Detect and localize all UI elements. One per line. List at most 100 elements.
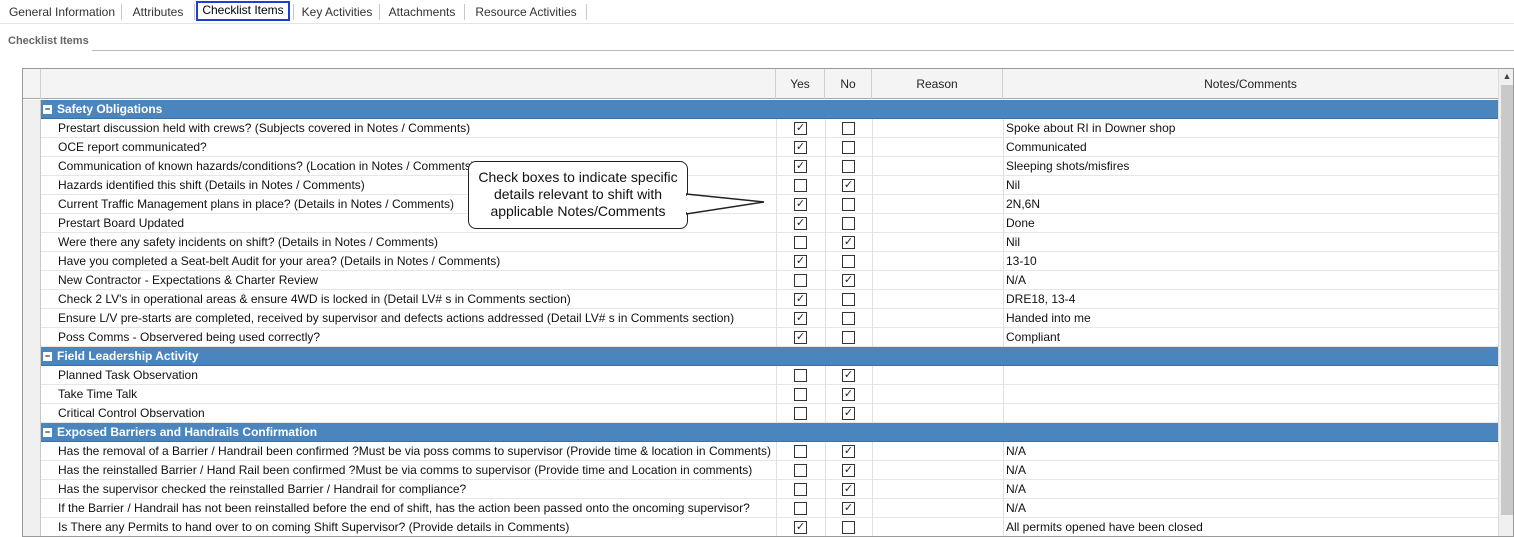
table-row[interactable]: Poss Comms - Observered being used corre… — [23, 328, 1498, 347]
column-divider — [776, 252, 777, 271]
table-row[interactable]: Has the removal of a Barrier / Handrail … — [23, 442, 1498, 461]
yes-checkbox[interactable]: ✓ — [794, 255, 807, 268]
notes-cell[interactable]: Done — [1006, 214, 1035, 233]
table-row[interactable]: Have you completed a Seat-belt Audit for… — [23, 252, 1498, 271]
yes-checkbox[interactable]: ✓ — [794, 160, 807, 173]
notes-cell[interactable]: N/A — [1006, 480, 1026, 499]
notes-cell[interactable]: Compliant — [1006, 328, 1060, 347]
tab-general-information[interactable]: General Information — [6, 3, 118, 21]
yes-checkbox[interactable] — [794, 502, 807, 515]
no-checkbox[interactable]: ✓ — [842, 274, 855, 287]
header-reason[interactable]: Reason — [872, 69, 1003, 99]
table-row[interactable]: Prestart discussion held with crews? (Su… — [23, 119, 1498, 138]
notes-cell[interactable]: Nil — [1006, 176, 1020, 195]
no-checkbox[interactable] — [842, 312, 855, 325]
yes-checkbox[interactable]: ✓ — [794, 141, 807, 154]
table-row[interactable]: New Contractor - Expectations & Charter … — [23, 271, 1498, 290]
group-header[interactable]: − Safety Obligations — [23, 100, 1498, 119]
tab-checklist-items[interactable]: Checklist Items — [196, 1, 290, 21]
table-row[interactable]: Is There any Permits to hand over to on … — [23, 518, 1498, 536]
table-row[interactable]: Has the reinstalled Barrier / Hand Rail … — [23, 461, 1498, 480]
yes-checkbox[interactable]: ✓ — [794, 217, 807, 230]
yes-checkbox[interactable]: ✓ — [794, 122, 807, 135]
no-checkbox[interactable] — [842, 217, 855, 230]
yes-checkbox[interactable]: ✓ — [794, 331, 807, 344]
no-checkbox[interactable] — [842, 160, 855, 173]
minus-box-icon[interactable]: − — [43, 352, 52, 361]
header-yes[interactable]: Yes — [776, 69, 825, 99]
notes-cell[interactable]: DRE18, 13-4 — [1006, 290, 1075, 309]
no-checkbox[interactable]: ✓ — [842, 445, 855, 458]
table-row[interactable]: Ensure L/V pre-starts are completed, rec… — [23, 309, 1498, 328]
no-checkbox[interactable]: ✓ — [842, 464, 855, 477]
group-header[interactable]: − Field Leadership Activity — [23, 347, 1498, 366]
no-checkbox[interactable] — [842, 521, 855, 534]
table-row[interactable]: Check 2 LV's in operational areas & ensu… — [23, 290, 1498, 309]
tab-attachments[interactable]: Attachments — [384, 3, 460, 21]
column-divider — [776, 518, 777, 536]
notes-cell[interactable]: 13-10 — [1006, 252, 1037, 271]
no-checkbox[interactable] — [842, 198, 855, 211]
tab-resource-activities[interactable]: Resource Activities — [472, 3, 580, 21]
no-checkbox[interactable]: ✓ — [842, 388, 855, 401]
table-row[interactable]: Communication of known hazards/condition… — [23, 157, 1498, 176]
notes-cell[interactable]: N/A — [1006, 461, 1026, 480]
group-header[interactable]: − Exposed Barriers and Handrails Confirma… — [23, 423, 1498, 442]
minus-box-icon[interactable]: − — [43, 105, 52, 114]
callout-line: details relevant to shift with — [493, 186, 663, 202]
table-row[interactable]: Critical Control Observation ✓ — [23, 404, 1498, 423]
yes-checkbox[interactable] — [794, 407, 807, 420]
notes-cell[interactable]: Nil — [1006, 233, 1020, 252]
yes-checkbox[interactable]: ✓ — [794, 198, 807, 211]
yes-checkbox[interactable] — [794, 369, 807, 382]
notes-cell[interactable]: N/A — [1006, 271, 1026, 290]
column-divider — [1003, 480, 1004, 499]
notes-cell[interactable]: Sleeping shots/misfires — [1006, 157, 1129, 176]
no-checkbox[interactable] — [842, 331, 855, 344]
table-row[interactable]: Were there any safety incidents on shift… — [23, 233, 1498, 252]
column-divider — [872, 290, 873, 309]
no-checkbox[interactable]: ✓ — [842, 407, 855, 420]
yes-checkbox[interactable]: ✓ — [794, 312, 807, 325]
notes-cell[interactable]: N/A — [1006, 442, 1026, 461]
table-row[interactable]: If the Barrier / Handrail has not been r… — [23, 499, 1498, 518]
chevron-up-icon[interactable]: ▲ — [1499, 69, 1513, 83]
notes-cell[interactable]: Communicated — [1006, 138, 1087, 157]
header-notes[interactable]: Notes/Comments — [1003, 69, 1498, 99]
yes-checkbox[interactable] — [794, 464, 807, 477]
table-row[interactable]: Take Time Talk ✓ — [23, 385, 1498, 404]
notes-cell[interactable]: All permits opened have been closed — [1006, 518, 1203, 536]
yes-checkbox[interactable] — [794, 274, 807, 287]
yes-checkbox[interactable]: ✓ — [794, 521, 807, 534]
no-checkbox[interactable]: ✓ — [842, 236, 855, 249]
no-checkbox[interactable]: ✓ — [842, 369, 855, 382]
table-row[interactable]: Has the supervisor checked the reinstall… — [23, 480, 1498, 499]
header-no[interactable]: No — [825, 69, 872, 99]
no-checkbox[interactable] — [842, 141, 855, 154]
tab-attributes[interactable]: Attributes — [126, 3, 190, 21]
yes-checkbox[interactable] — [794, 236, 807, 249]
vertical-scrollbar[interactable]: ▲ — [1498, 69, 1513, 536]
scroll-thumb[interactable] — [1501, 85, 1513, 515]
notes-cell[interactable]: Handed into me — [1006, 309, 1091, 328]
notes-cell[interactable]: 2N,6N — [1006, 195, 1040, 214]
minus-box-icon[interactable]: − — [43, 428, 52, 437]
yes-checkbox[interactable] — [794, 445, 807, 458]
notes-cell[interactable]: Spoke about RI in Downer shop — [1006, 119, 1175, 138]
tab-key-activities[interactable]: Key Activities — [296, 3, 378, 21]
no-checkbox[interactable]: ✓ — [842, 502, 855, 515]
notes-cell[interactable]: N/A — [1006, 499, 1026, 518]
no-checkbox[interactable]: ✓ — [842, 179, 855, 192]
table-row[interactable]: OCE report communicated? ✓ Communicated — [23, 138, 1498, 157]
yes-checkbox[interactable] — [794, 179, 807, 192]
no-checkbox[interactable] — [842, 122, 855, 135]
no-checkbox[interactable] — [842, 255, 855, 268]
callout-line: Check boxes to indicate specific — [478, 169, 678, 185]
yes-checkbox[interactable] — [794, 388, 807, 401]
table-row[interactable]: Planned Task Observation ✓ — [23, 366, 1498, 385]
no-checkbox[interactable] — [842, 293, 855, 306]
no-checkbox[interactable]: ✓ — [842, 483, 855, 496]
yes-checkbox[interactable] — [794, 483, 807, 496]
column-divider — [825, 195, 826, 214]
yes-checkbox[interactable]: ✓ — [794, 293, 807, 306]
